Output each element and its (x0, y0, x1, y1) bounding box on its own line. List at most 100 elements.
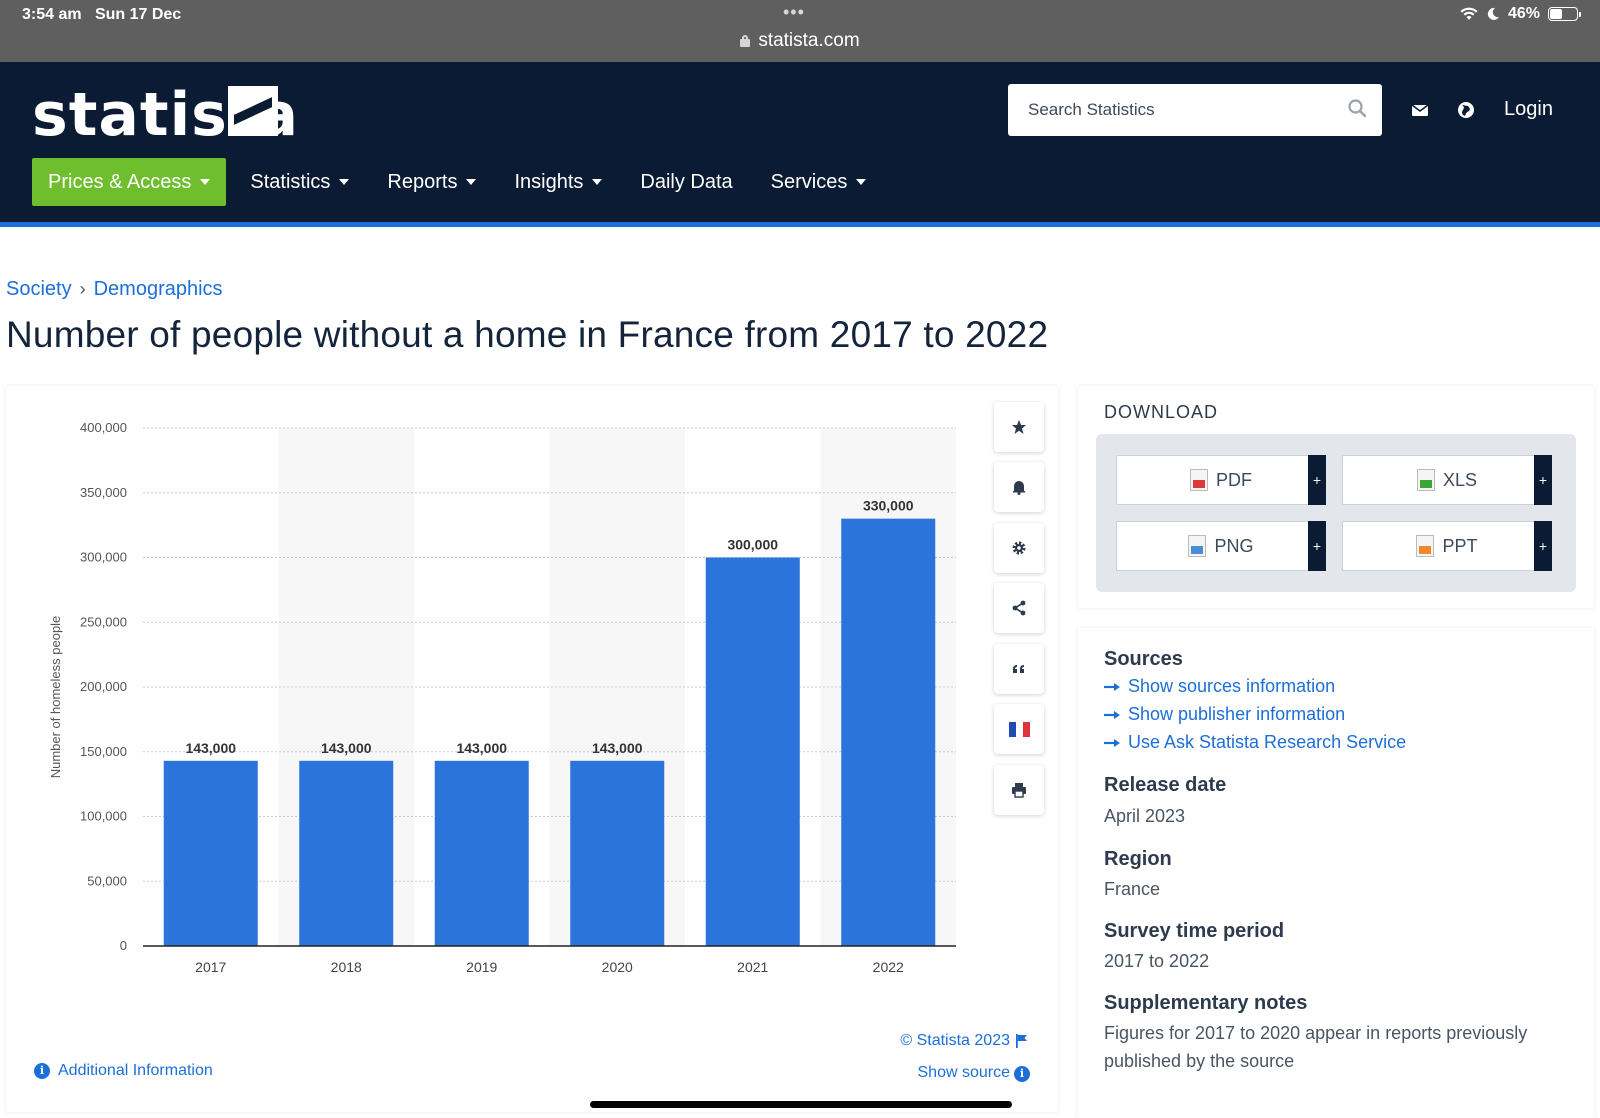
bar (434, 760, 529, 946)
region-value: France (1104, 879, 1161, 899)
more-dots-icon[interactable]: ••• (783, 2, 805, 23)
notification-button[interactable] (994, 462, 1044, 512)
download-png-button[interactable]: PNG + (1116, 521, 1326, 571)
y-tick-label: 250,000 (80, 614, 127, 629)
print-icon (1012, 783, 1026, 798)
download-xls-button[interactable]: XLS + (1342, 455, 1552, 505)
bar-chart: 0 50,000 100,000 150,000 200,000 250,000 300,0… (48, 420, 956, 975)
y-tick-label: 0 (120, 938, 127, 953)
show-sources-link[interactable]: Show sources information (1104, 676, 1335, 697)
nav-reports[interactable]: Reports (387, 158, 477, 206)
mail-icon[interactable] (1410, 100, 1430, 120)
show-source-link[interactable]: Show source (918, 1064, 1011, 1082)
download-panel: DOWNLOAD PDF + XLS + PNG + PPT + (1078, 386, 1594, 608)
release-date-label: Release date (1104, 774, 1227, 796)
supplementary-notes-label: Supplementary notes (1104, 992, 1308, 1014)
survey-period-label: Survey time period (1104, 920, 1285, 942)
x-tick-label: 2019 (466, 959, 497, 975)
release-date-value: April 2023 (1104, 806, 1186, 826)
gear-icon (1012, 541, 1026, 555)
xls-file-icon (1416, 469, 1435, 491)
share-button[interactable] (994, 583, 1044, 633)
y-tick-label: 350,000 (80, 485, 127, 500)
png-plus-button[interactable]: + (1308, 521, 1326, 571)
cite-button[interactable] (994, 644, 1044, 694)
site-header: statista Login Prices & Access Statistic… (0, 62, 1600, 227)
bar (841, 518, 936, 946)
arrow-right-icon (1104, 710, 1120, 719)
data-label: 143,000 (456, 740, 507, 756)
moon-icon (1487, 7, 1499, 20)
wifi-icon (1460, 7, 1478, 20)
caret-down-icon (856, 179, 867, 185)
breadcrumb: Society › Demographics (6, 278, 223, 301)
ppt-plus-button[interactable]: + (1534, 521, 1552, 571)
caret-down-icon (200, 179, 211, 185)
statista-logo-mark-icon[interactable] (228, 86, 278, 136)
data-label: 143,000 (185, 740, 236, 756)
bar (570, 760, 665, 946)
pdf-file-icon (1190, 469, 1208, 491)
battery-icon (1548, 7, 1581, 21)
settings-button[interactable] (994, 523, 1044, 573)
nav-services[interactable]: Services (771, 158, 867, 206)
share-icon (1012, 600, 1026, 616)
x-tick-label: 2021 (737, 959, 768, 975)
caret-down-icon (339, 179, 350, 185)
lock-icon (740, 35, 751, 47)
caret-down-icon (592, 179, 603, 185)
survey-period-value: 2017 to 2022 (1104, 951, 1210, 971)
region-button[interactable] (994, 704, 1044, 754)
ask-statista-link[interactable]: Use Ask Statista Research Service (1104, 732, 1406, 753)
supplementary-notes-value: Figures for 2017 to 2020 appear in repor… (1104, 1023, 1528, 1071)
nav-prices-access[interactable]: Prices & Access (32, 158, 227, 206)
download-title: DOWNLOAD (1104, 402, 1219, 422)
breadcrumb-society[interactable]: Society (6, 278, 72, 301)
x-tick-label: 2018 (331, 959, 362, 975)
address-bar[interactable]: statista.com (0, 30, 1600, 52)
sources-panel: Sources Show sources information Show pu… (1078, 628, 1594, 1118)
info-icon[interactable]: i (1014, 1066, 1030, 1082)
breadcrumb-demographics[interactable]: Demographics (94, 278, 223, 301)
x-tick-label: 2022 (873, 959, 904, 975)
download-pdf-button[interactable]: PDF + (1116, 455, 1326, 505)
star-icon (1012, 420, 1026, 434)
login-link[interactable]: Login (1504, 98, 1553, 121)
favorite-button[interactable] (994, 402, 1044, 452)
download-ppt-button[interactable]: PPT + (1342, 521, 1552, 571)
y-tick-label: 150,000 (80, 744, 127, 759)
xls-plus-button[interactable]: + (1534, 455, 1552, 505)
globe-icon[interactable] (1456, 100, 1476, 120)
caret-down-icon (466, 179, 477, 185)
region-label: Region (1104, 848, 1172, 870)
nav-daily-data[interactable]: Daily Data (640, 158, 732, 206)
data-label: 143,000 (321, 740, 372, 756)
y-tick-label: 100,000 (80, 809, 127, 824)
arrow-right-icon (1104, 738, 1120, 747)
france-flag-icon (1008, 721, 1030, 737)
sources-title: Sources (1104, 648, 1183, 670)
show-publisher-link[interactable]: Show publisher information (1104, 704, 1345, 725)
x-tick-label: 2020 (602, 959, 633, 975)
search-box (1008, 84, 1382, 136)
search-icon[interactable] (1348, 99, 1366, 117)
report-flag-icon[interactable] (1016, 1034, 1028, 1048)
additional-information-link[interactable]: i Additional Information (34, 1062, 213, 1080)
statista-copyright-link[interactable]: © Statista 2023 (900, 1032, 1010, 1050)
info-icon: i (34, 1063, 50, 1079)
y-tick-label: 200,000 (80, 679, 127, 694)
battery-percent: 46% (1507, 5, 1540, 22)
data-label: 330,000 (863, 498, 914, 514)
home-indicator (590, 1101, 1012, 1108)
print-button[interactable] (994, 765, 1044, 815)
y-tick-label: 300,000 (80, 550, 127, 565)
arrow-right-icon (1104, 682, 1120, 691)
pdf-plus-button[interactable]: + (1308, 455, 1326, 505)
browser-status-bar: 3:54 am Sun 17 Dec ••• statista.com 46% (0, 0, 1600, 62)
main-nav: Prices & Access Statistics Reports Insig… (32, 158, 904, 206)
nav-insights[interactable]: Insights (514, 158, 603, 206)
bar (705, 557, 800, 946)
data-label: 300,000 (727, 537, 778, 553)
nav-statistics[interactable]: Statistics (250, 158, 350, 206)
search-input[interactable] (1008, 84, 1338, 136)
